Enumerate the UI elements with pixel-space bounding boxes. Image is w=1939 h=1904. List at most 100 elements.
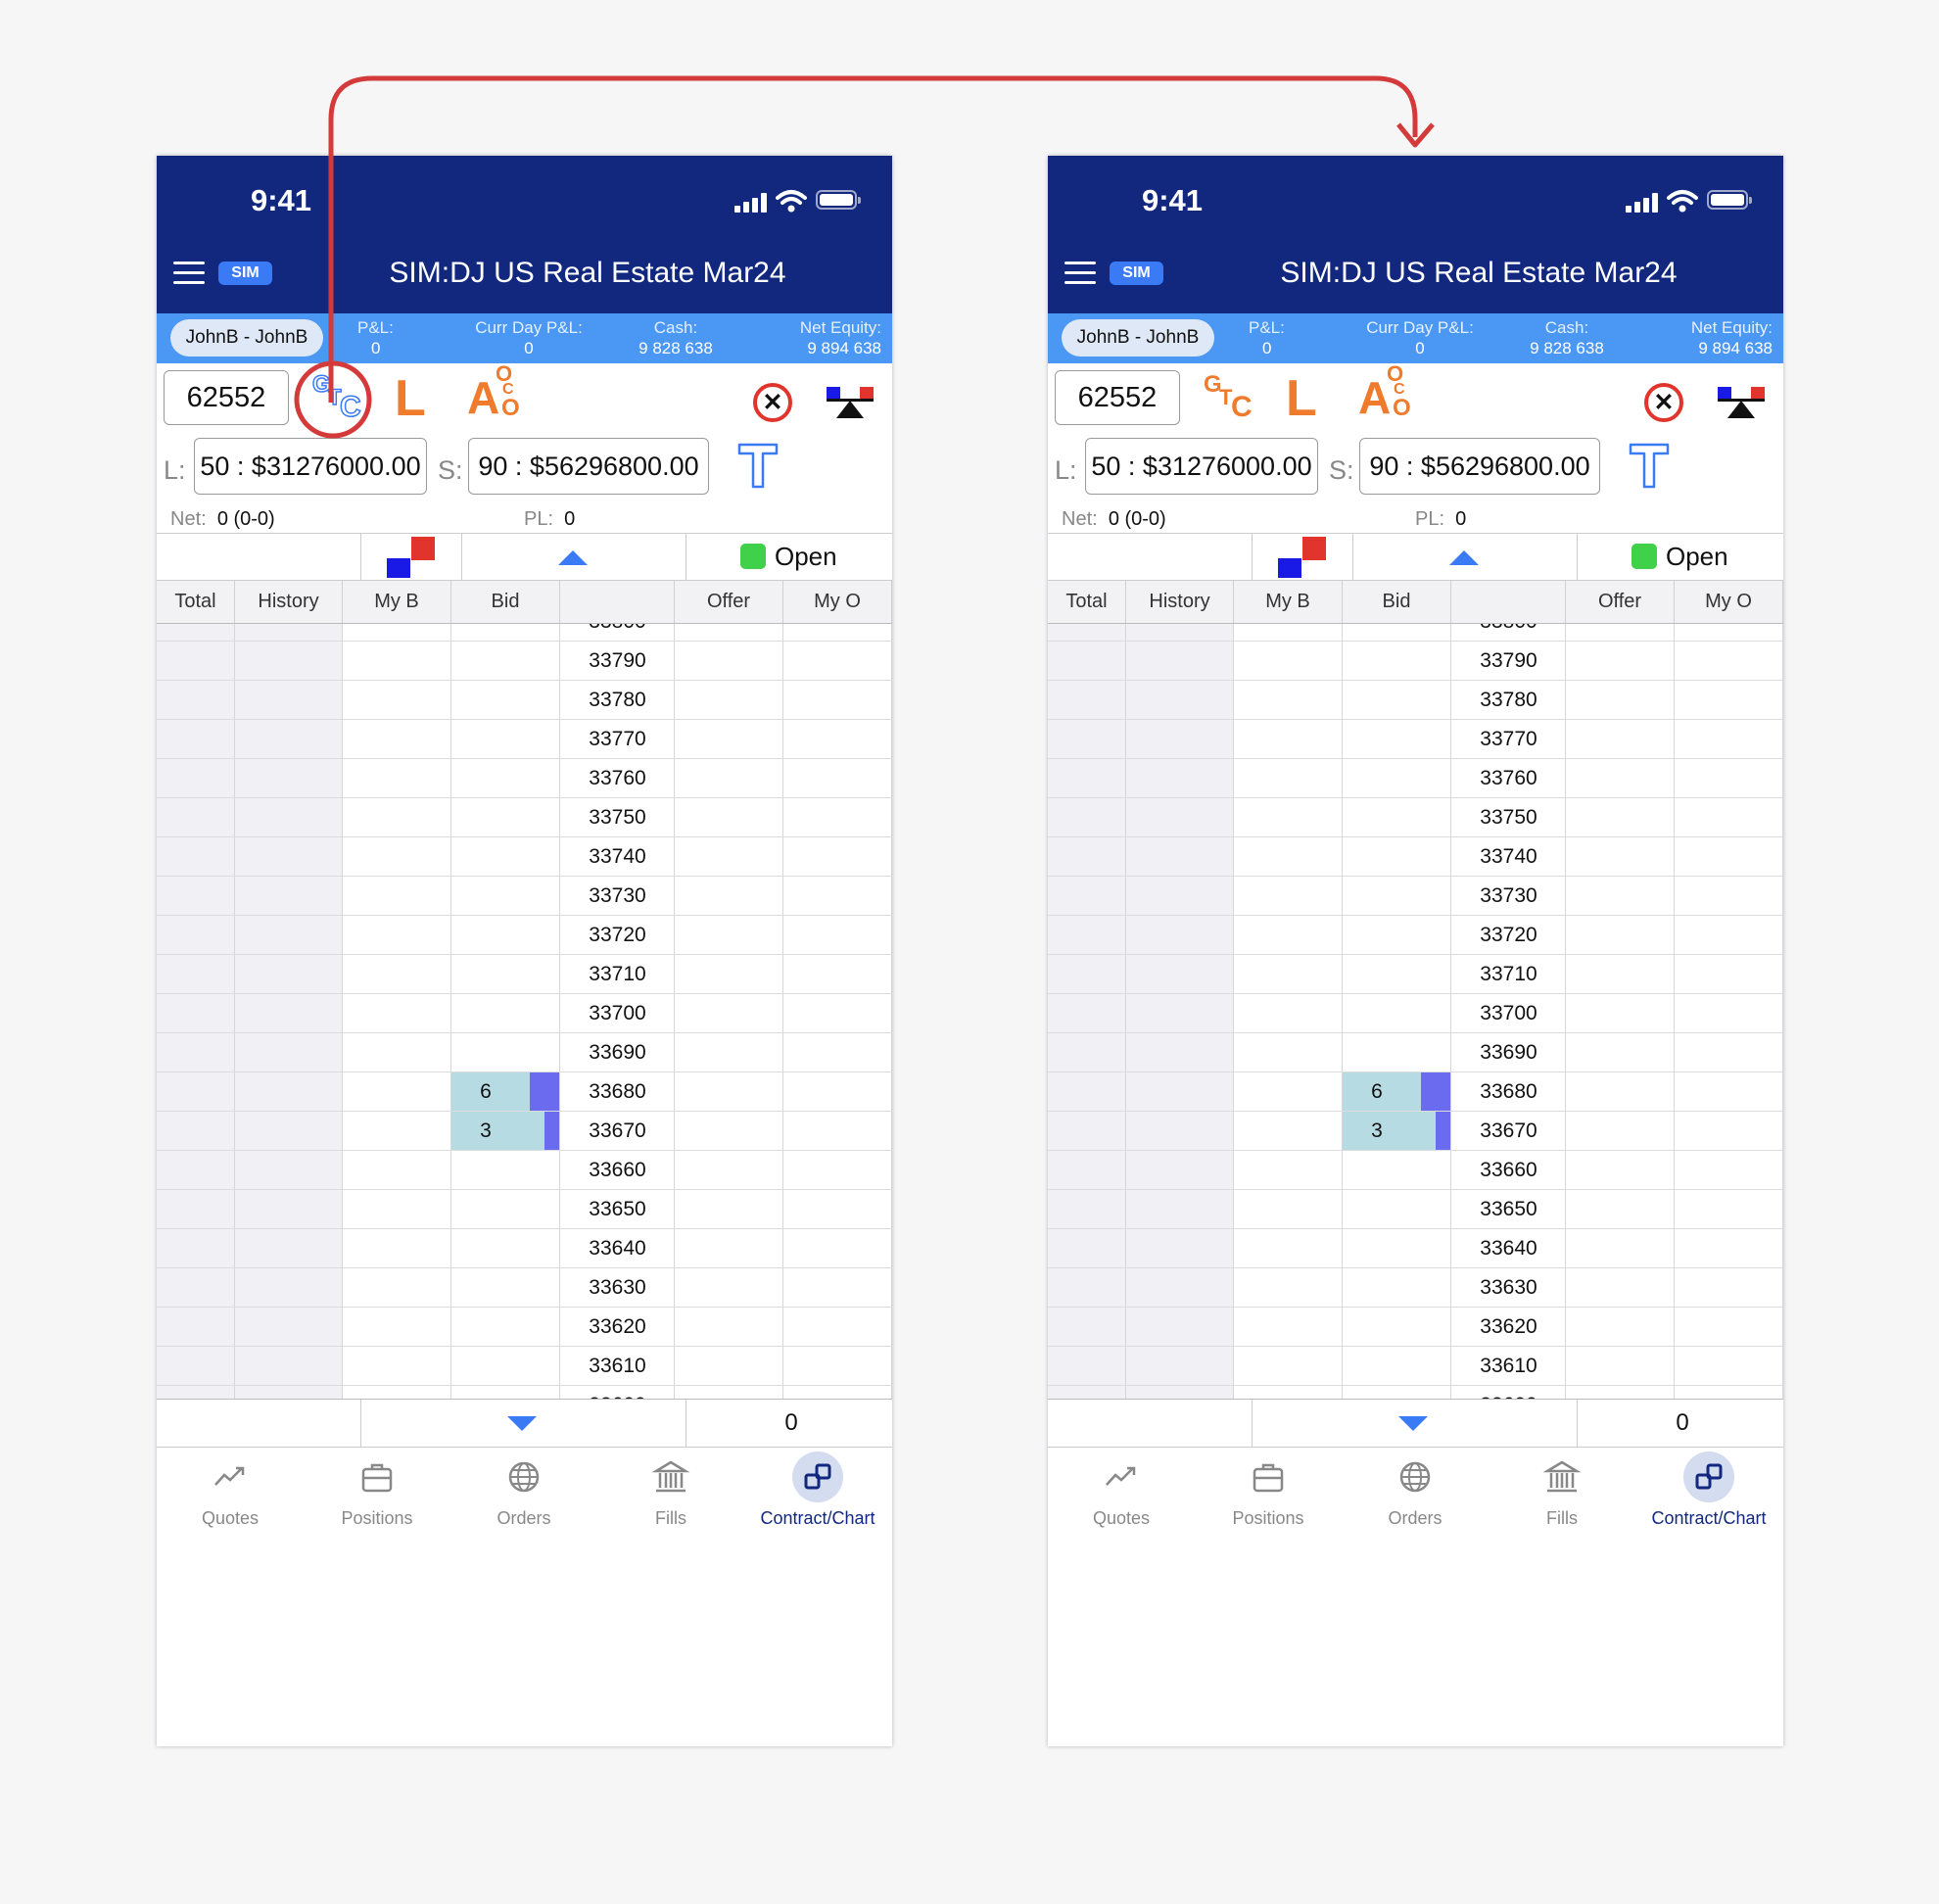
price-cell[interactable]: 33790: [560, 642, 675, 681]
price-cell[interactable]: 33640: [1451, 1229, 1566, 1268]
price-cell[interactable]: 33600: [1451, 1386, 1566, 1399]
limit-order-icon[interactable]: L: [1286, 371, 1317, 426]
price-cell[interactable]: 33610: [560, 1347, 675, 1386]
price-cell[interactable]: 33740: [1451, 837, 1566, 877]
price-cell[interactable]: 33690: [560, 1033, 675, 1072]
ladder-row[interactable]: 33780: [157, 681, 892, 720]
tab-quotes[interactable]: Quotes: [1048, 1448, 1195, 1536]
price-cell[interactable]: 33760: [560, 759, 675, 798]
ladder-row[interactable]: 33760: [157, 759, 892, 798]
price-cell[interactable]: 33690: [1451, 1033, 1566, 1072]
menu-icon[interactable]: [173, 262, 205, 285]
ladder-row[interactable]: 33660: [157, 1151, 892, 1190]
price-cell[interactable]: 33680: [560, 1072, 675, 1112]
ladder-row[interactable]: 33730: [1048, 877, 1783, 916]
ladder-row[interactable]: 33780: [1048, 681, 1783, 720]
tab-fills[interactable]: Fills: [1489, 1448, 1635, 1536]
price-cell[interactable]: 33640: [560, 1229, 675, 1268]
price-cell[interactable]: 33740: [560, 837, 675, 877]
ladder-row[interactable]: 33650: [1048, 1190, 1783, 1229]
cancel-all-icon[interactable]: [1644, 383, 1683, 422]
tab-orders[interactable]: Orders: [1342, 1448, 1489, 1536]
price-cell[interactable]: 33670: [1451, 1112, 1566, 1151]
ladder-row[interactable]: 33720: [1048, 916, 1783, 955]
ladder-row[interactable]: 33800: [157, 624, 892, 642]
tab-positions[interactable]: Positions: [304, 1448, 450, 1536]
t-icon[interactable]: [1629, 442, 1670, 489]
price-cell[interactable]: 33720: [560, 916, 675, 955]
gtc-icon[interactable]: G T C: [308, 367, 363, 428]
ladder-row[interactable]: 33790: [1048, 642, 1783, 681]
ladder-row[interactable]: 33740: [1048, 837, 1783, 877]
price-cell[interactable]: 33780: [560, 681, 675, 720]
scroll-up-button[interactable]: [461, 534, 686, 580]
scroll-down-button[interactable]: [1252, 1400, 1578, 1447]
price-cell[interactable]: 33660: [560, 1151, 675, 1190]
ladder-row[interactable]: 33610: [1048, 1347, 1783, 1386]
ladder-row[interactable]: 33760: [1048, 759, 1783, 798]
ladder-row[interactable]: 33630: [1048, 1268, 1783, 1308]
tab-orders[interactable]: Orders: [450, 1448, 597, 1536]
ladder-row[interactable]: 33660: [1048, 1151, 1783, 1190]
balance-icon[interactable]: [1718, 385, 1765, 420]
ladder-row[interactable]: 33720: [157, 916, 892, 955]
ladder-row[interactable]: 33690: [157, 1033, 892, 1072]
ladder-row[interactable]: 33620: [157, 1308, 892, 1347]
bid-cell[interactable]: 3: [451, 1112, 559, 1150]
price-cell[interactable]: 33780: [1451, 681, 1566, 720]
price-cell[interactable]: 33770: [560, 720, 675, 759]
ladder-row[interactable]: 33700: [1048, 994, 1783, 1033]
ladder-row[interactable]: 33670 3: [157, 1112, 892, 1151]
balance-icon[interactable]: [827, 385, 874, 420]
bid-cell[interactable]: 6: [451, 1072, 559, 1111]
ladder-row[interactable]: 33650: [157, 1190, 892, 1229]
scroll-down-button[interactable]: [360, 1400, 686, 1447]
aoo-icon[interactable]: A O C O: [1358, 361, 1417, 432]
cancel-all-icon[interactable]: [753, 383, 792, 422]
ladder-row[interactable]: 33640: [1048, 1229, 1783, 1268]
price-cell[interactable]: 33620: [560, 1308, 675, 1347]
price-cell[interactable]: 33750: [560, 798, 675, 837]
price-cell[interactable]: 33650: [1451, 1190, 1566, 1229]
price-cell[interactable]: 33620: [1451, 1308, 1566, 1347]
aoo-icon[interactable]: A O C O: [467, 361, 526, 432]
price-cell[interactable]: 33700: [1451, 994, 1566, 1033]
contract-title[interactable]: SIM:DJ US Real Estate Mar24: [1214, 256, 1743, 291]
ladder-row[interactable]: 33770: [1048, 720, 1783, 759]
tab-fills[interactable]: Fills: [597, 1448, 744, 1536]
price-cell[interactable]: 33600: [560, 1386, 675, 1399]
price-cell[interactable]: 33670: [560, 1112, 675, 1151]
tab-contract-chart[interactable]: Contract/Chart: [744, 1448, 891, 1536]
ladder-row[interactable]: 33750: [1048, 798, 1783, 837]
ladder-row[interactable]: 33710: [1048, 955, 1783, 994]
ladder-row[interactable]: 33710: [157, 955, 892, 994]
tab-positions[interactable]: Positions: [1195, 1448, 1342, 1536]
t-icon[interactable]: [737, 442, 779, 489]
price-cell[interactable]: 33760: [1451, 759, 1566, 798]
bid-cell[interactable]: 3: [1343, 1112, 1450, 1150]
ladder-row[interactable]: 33610: [157, 1347, 892, 1386]
price-cell[interactable]: 33630: [560, 1268, 675, 1308]
price-cell[interactable]: 33770: [1451, 720, 1566, 759]
ladder-row[interactable]: 33700: [157, 994, 892, 1033]
ladder-row[interactable]: 33630: [157, 1268, 892, 1308]
ladder-row[interactable]: 33690: [1048, 1033, 1783, 1072]
price-cell[interactable]: 33710: [1451, 955, 1566, 994]
ladder-row[interactable]: 33600: [1048, 1386, 1783, 1399]
price-cell[interactable]: 33750: [1451, 798, 1566, 837]
price-cell[interactable]: 33800: [560, 624, 675, 642]
ladder-row[interactable]: 33770: [157, 720, 892, 759]
account-selector[interactable]: JohnB - JohnB: [1062, 319, 1214, 357]
ladder-row[interactable]: 33790: [157, 642, 892, 681]
contract-title[interactable]: SIM:DJ US Real Estate Mar24: [323, 256, 852, 291]
price-cell[interactable]: 33720: [1451, 916, 1566, 955]
gtc-icon[interactable]: G T C: [1200, 367, 1254, 428]
ladder-row[interactable]: 33640: [157, 1229, 892, 1268]
ladder-row[interactable]: 33680 6: [1048, 1072, 1783, 1112]
price-cell[interactable]: 33660: [1451, 1151, 1566, 1190]
center-ladder-button[interactable]: [360, 534, 462, 580]
tab-quotes[interactable]: Quotes: [157, 1448, 304, 1536]
ladder-row[interactable]: 33730: [157, 877, 892, 916]
quantity-input[interactable]: 62552: [164, 370, 289, 425]
price-cell[interactable]: 33650: [560, 1190, 675, 1229]
